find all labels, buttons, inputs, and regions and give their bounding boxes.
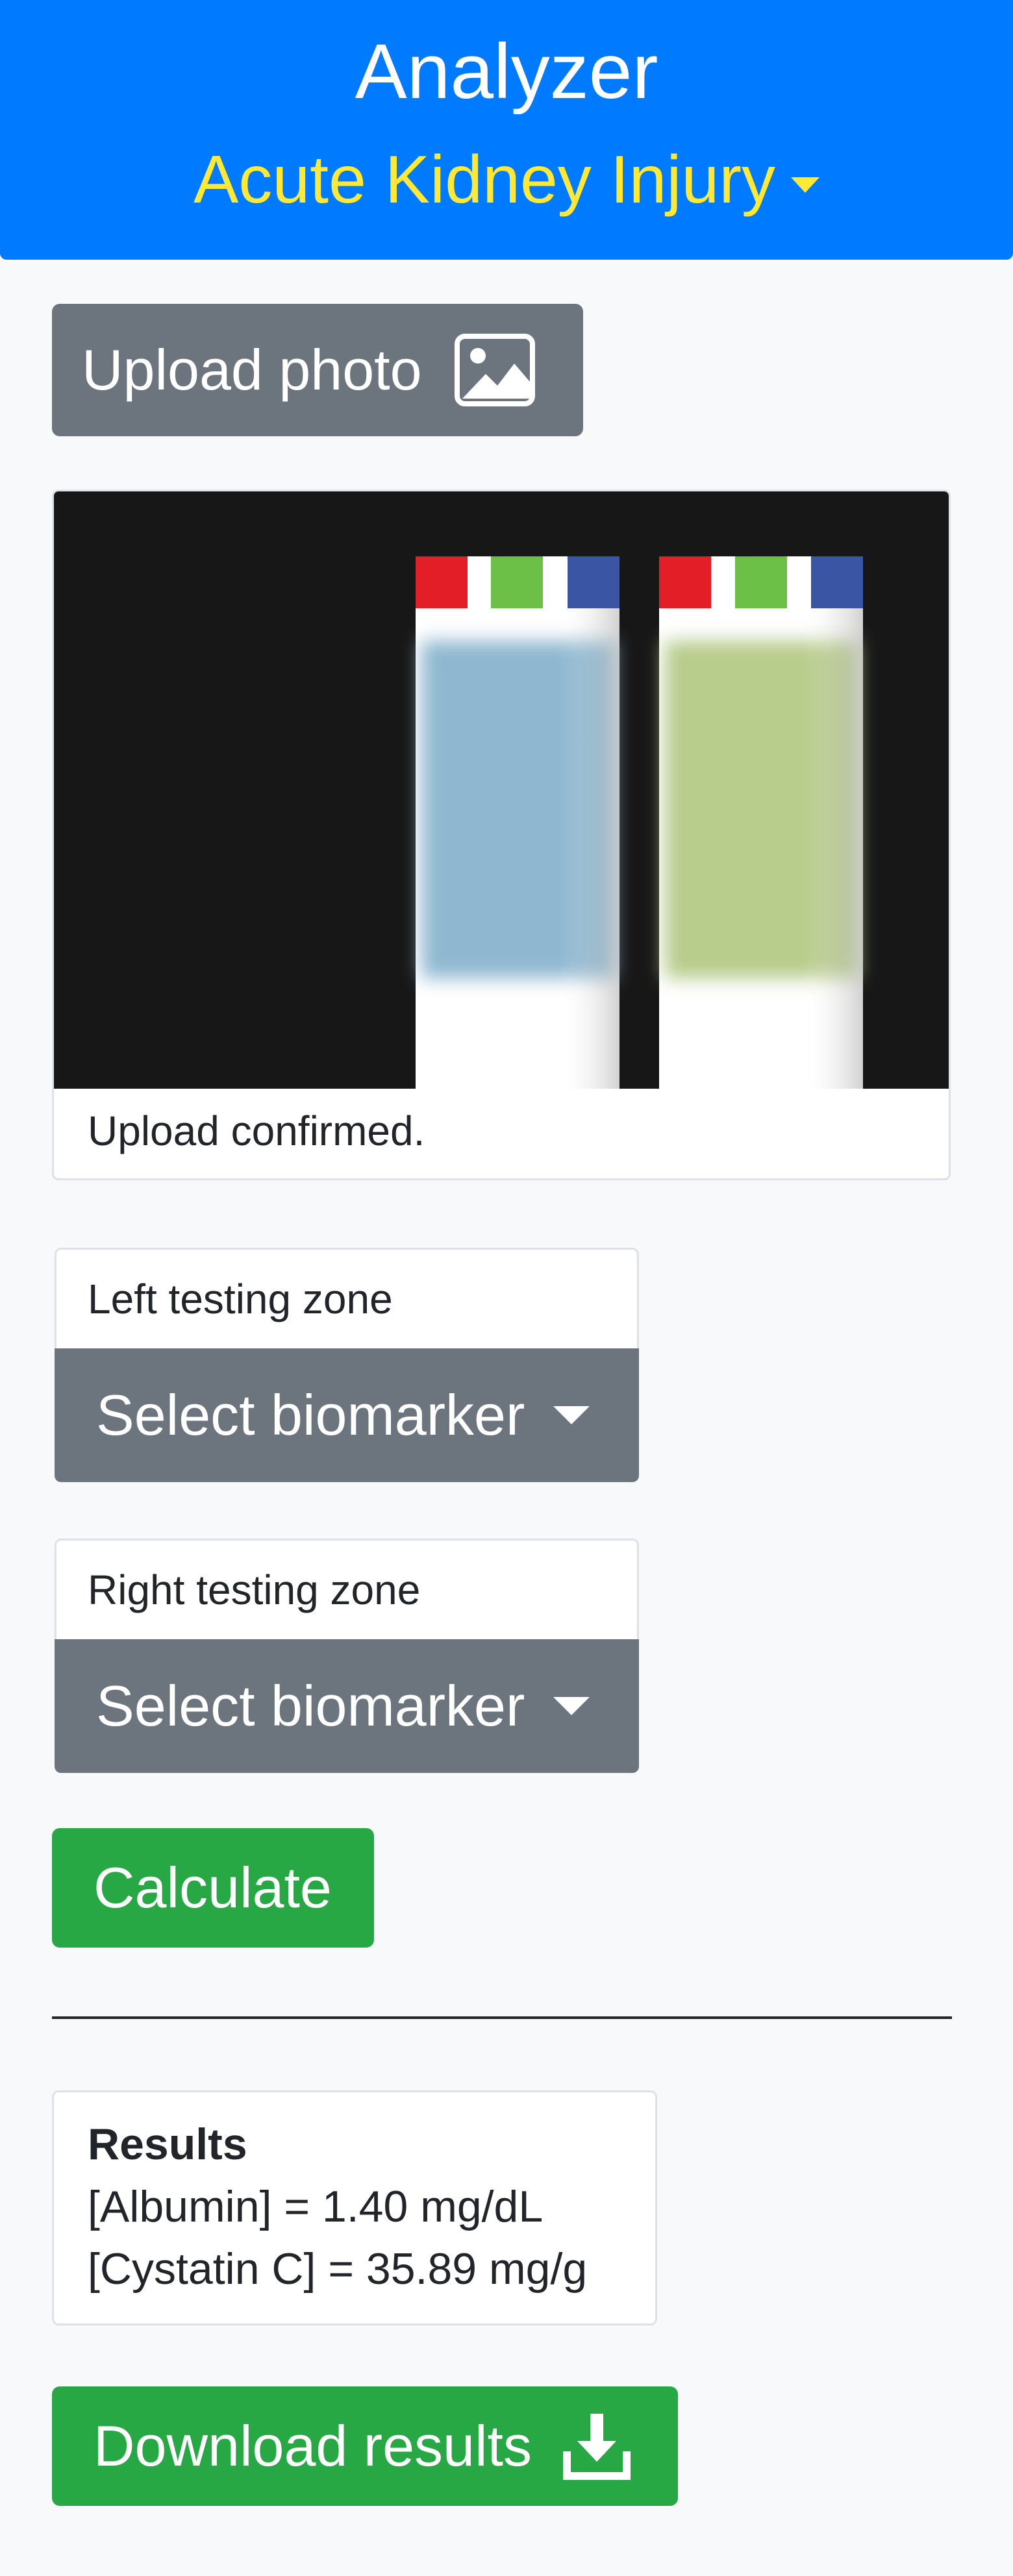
upload-photo-button[interactable]: Upload photo (52, 304, 583, 436)
caret-down-icon (553, 1406, 590, 1424)
section-divider (52, 2016, 952, 2019)
download-results-label: Download results (94, 2414, 532, 2478)
caret-down-icon (553, 1697, 590, 1715)
right-biomarker-select[interactable]: Select biomarker (55, 1639, 639, 1773)
right-zone-label: Right testing zone (88, 1567, 421, 1613)
assay-mode-dropdown[interactable]: Acute Kidney Injury (0, 138, 1013, 222)
left-test-strip (416, 556, 619, 1089)
left-zone-label: Left testing zone (88, 1276, 393, 1322)
download-results-button[interactable]: Download results (52, 2386, 678, 2506)
results-card: Results [Albumin] = 1.40 mg/dL [Cystatin… (52, 2090, 657, 2325)
right-zone-card: Right testing zone Select biomarker (55, 1539, 639, 1773)
assay-mode-label: Acute Kidney Injury (193, 142, 776, 217)
left-biomarker-select[interactable]: Select biomarker (55, 1348, 639, 1482)
app-header: Analyzer Acute Kidney Injury (0, 0, 1013, 260)
image-icon (454, 334, 535, 406)
left-biomarker-select-label: Select biomarker (96, 1383, 525, 1447)
left-zone-card: Left testing zone Select biomarker (55, 1248, 639, 1482)
right-test-strip (659, 556, 863, 1089)
app-title: Analyzer (355, 28, 658, 115)
download-icon (563, 2414, 631, 2480)
uploaded-photo (54, 491, 949, 1089)
result-line-cystatin-c: [Cystatin C] = 35.89 mg/g (88, 2244, 588, 2294)
photo-preview-card: Upload confirmed. (52, 489, 951, 1180)
calculate-button[interactable]: Calculate (52, 1828, 374, 1948)
upload-status-text: Upload confirmed. (88, 1108, 425, 1154)
calculate-label: Calculate (94, 1855, 332, 1920)
results-title: Results (88, 2120, 247, 2169)
caret-down-icon (791, 177, 820, 193)
right-biomarker-select-label: Select biomarker (96, 1674, 525, 1738)
upload-photo-label: Upload photo (82, 338, 422, 402)
result-line-albumin: [Albumin] = 1.40 mg/dL (88, 2182, 544, 2231)
